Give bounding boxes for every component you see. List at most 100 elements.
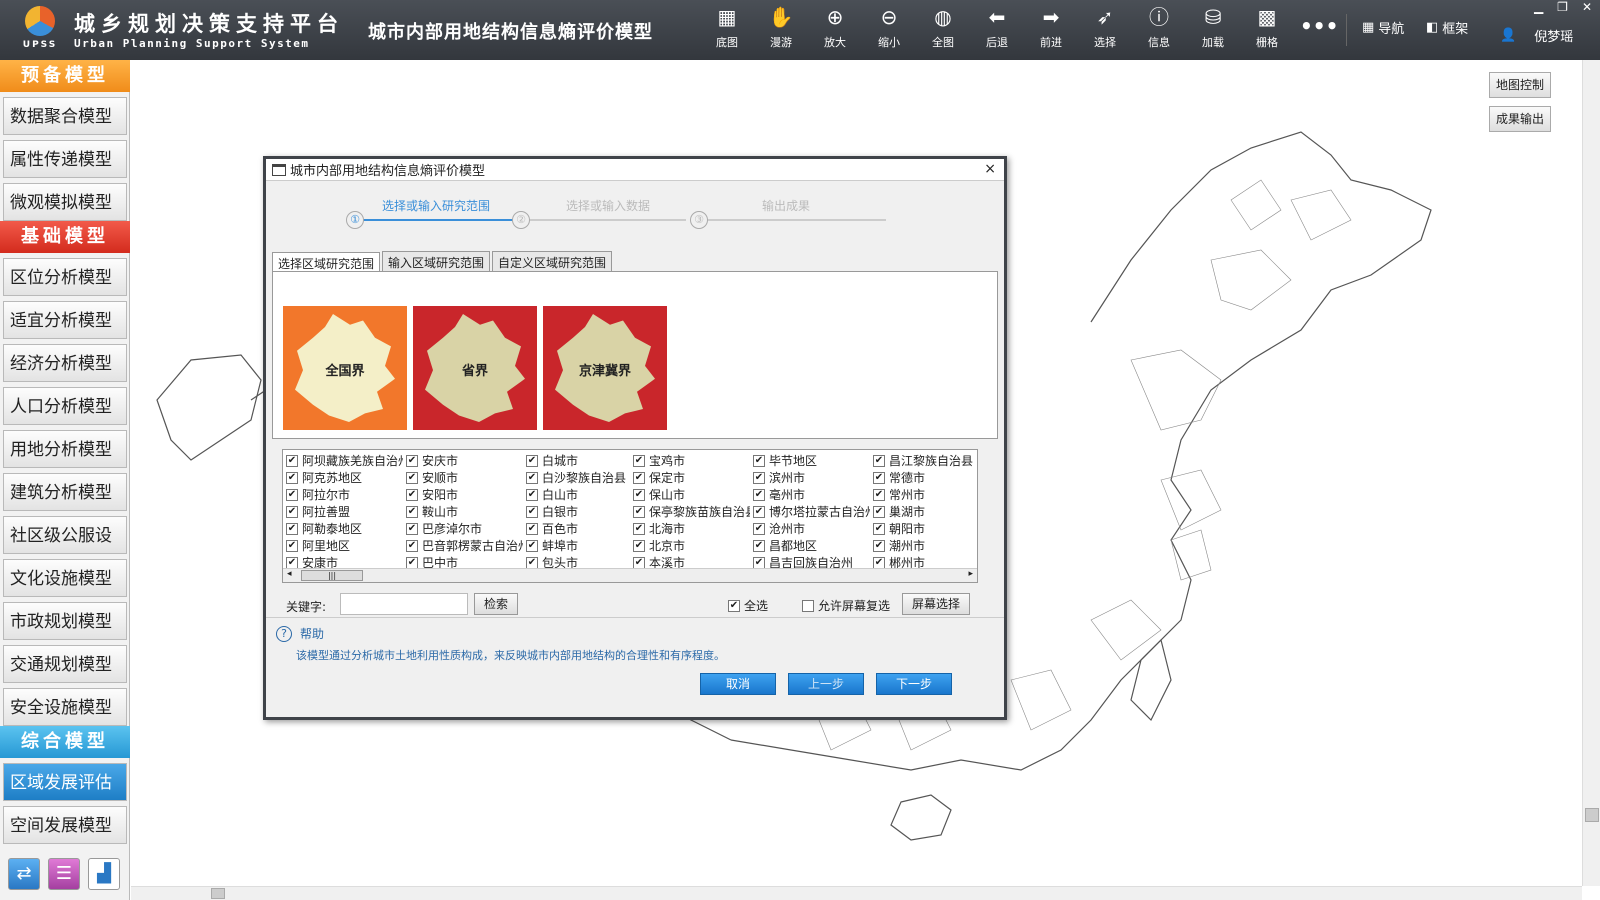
city-item[interactable]: ✔ 白城市 [523,452,630,469]
tab-1[interactable]: 输入区域研究范围 [382,251,491,273]
city-item[interactable]: ✔ 阿里地区 [283,537,403,554]
city-item[interactable]: ✔ 白银市 [523,503,630,520]
result-export-button[interactable]: 成果输出 [1489,106,1551,132]
sidebar-item[interactable]: 安全设施模型 [3,688,127,726]
user-menu[interactable]: 👤 倪梦瑶 [1500,26,1573,45]
sidebar-item[interactable]: 市政规划模型 [3,602,127,640]
city-item[interactable]: ✔ 博尔塔拉蒙古自治州 [750,503,870,520]
city-item[interactable]: ✔ 保定市 [630,469,750,486]
scope-option[interactable]: 京津冀界 [543,306,667,430]
prev-step-button[interactable]: 上一步 [788,673,864,695]
city-item[interactable]: ✔ 阿克苏地区 [283,469,403,486]
dialog-close-icon[interactable]: × [984,161,996,177]
city-item[interactable]: ✔ 阿勒泰地区 [283,520,403,537]
tool-button-3[interactable]: ⊖ 缩小 [862,4,916,56]
tool-button-2[interactable]: ⊕ 放大 [808,4,862,56]
map-control-button[interactable]: 地图控制 [1489,72,1551,98]
window-close-icon[interactable]: ✕ [1582,0,1592,14]
cancel-button[interactable]: 取消 [700,673,776,695]
minimize-icon[interactable]: ▁ [1534,0,1543,14]
city-item[interactable]: ✔ 朝阳市 [870,520,977,537]
tool-button-0[interactable]: ▦ 底图 [700,4,754,56]
city-item[interactable]: ✔ 滨州市 [750,469,870,486]
city-item[interactable]: ✔ 宝鸡市 [630,452,750,469]
map-hscroll-thumb[interactable] [211,888,225,899]
select-all-checkbox[interactable]: ✔ 全选 [728,597,768,614]
sidebar-item[interactable]: 用地分析模型 [3,430,127,468]
city-item[interactable]: ✔ 沧州市 [750,520,870,537]
tool-button-7[interactable]: ➶ 选择 [1078,4,1132,56]
keyword-input[interactable] [340,593,468,615]
search-button[interactable]: 检索 [474,593,518,615]
city-item[interactable]: ✔ 保亭黎族苗族自治县 [630,503,750,520]
city-list-scroll-thumb[interactable]: ||| [301,570,363,581]
sidebar-item[interactable]: 人口分析模型 [3,387,127,425]
city-item[interactable]: ✔ 常德市 [870,469,977,486]
city-item[interactable]: ✔ 北海市 [630,520,750,537]
tool-button-1[interactable]: ✋ 漫游 [754,4,808,56]
scope-option[interactable]: 全国界 [283,306,407,430]
city-item[interactable]: ✔ 阿拉尔市 [283,486,403,503]
next-step-button[interactable]: 下一步 [876,673,952,695]
nav-toggle[interactable]: ▦ 导航 [1362,18,1404,37]
sidebar-item[interactable]: 适宜分析模型 [3,301,127,339]
allow-screen-multi-checkbox[interactable]: 允许屏幕复选 [802,597,890,614]
sidebar-item[interactable]: 数据聚合模型 [3,97,127,135]
city-item[interactable]: ✔ 百色市 [523,520,630,537]
city-item[interactable]: ✔ 常州市 [870,486,977,503]
map-horizontal-scrollbar[interactable] [131,886,1582,900]
city-item[interactable]: ✔ 安庆市 [403,452,523,469]
city-list-scrollbar[interactable]: ◂ ||| ▸ [283,568,977,582]
sidebar-item[interactable]: 建筑分析模型 [3,473,127,511]
city-item[interactable]: ✔ 白沙黎族自治县 [523,469,630,486]
tool-button-6[interactable]: ➡ 前进 [1024,4,1078,56]
tool-button-10[interactable]: ▩ 栅格 [1240,4,1294,56]
city-item[interactable]: ✔ 阿拉善盟 [283,503,403,520]
city-item[interactable]: ✔ 阿坝藏族羌族自治州 [283,452,403,469]
city-item[interactable]: ✔ 安顺市 [403,469,523,486]
tool-button-4[interactable]: ◍ 全图 [916,4,970,56]
sidebar-item[interactable]: 空间发展模型 [3,806,127,844]
city-item[interactable]: ✔ 北京市 [630,537,750,554]
city-item[interactable]: ✔ 毕节地区 [750,452,870,469]
frame-toggle[interactable]: ◧ 框架 [1426,18,1468,37]
more-tools-button[interactable]: ••• [1300,14,1338,38]
map-vscroll-thumb[interactable] [1585,808,1599,822]
city-item[interactable]: ✔ 巢湖市 [870,503,977,520]
tool-button-5[interactable]: ⬅ 后退 [970,4,1024,56]
city-item[interactable]: ✔ 昌都地区 [750,537,870,554]
bar-chart-icon[interactable]: ▟ [88,858,120,890]
sidebar-item[interactable]: 区位分析模型 [3,258,127,296]
sidebar-item[interactable]: 属性传递模型 [3,140,127,178]
map-vertical-scrollbar[interactable] [1582,60,1600,886]
restore-icon[interactable]: ❐ [1557,0,1568,14]
sidebar-item[interactable]: 经济分析模型 [3,344,127,382]
city-check-icon: ✔ [753,522,765,535]
tool-button-8[interactable]: ⓘ 信息 [1132,4,1186,56]
sidebar-item[interactable]: 交通规划模型 [3,645,127,683]
scroll-left-icon[interactable]: ◂ [287,569,292,579]
sidebar-item[interactable]: 社区级公服设 [3,516,127,554]
city-item[interactable]: ✔ 保山市 [630,486,750,503]
city-item[interactable]: ✔ 白山市 [523,486,630,503]
city-item[interactable]: ✔ 潮州市 [870,537,977,554]
city-item[interactable]: ✔ 鞍山市 [403,503,523,520]
sidebar-item[interactable]: 文化设施模型 [3,559,127,597]
scroll-right-icon[interactable]: ▸ [968,569,973,579]
sidebar-item[interactable]: 微观模拟模型 [3,183,127,221]
screen-select-button[interactable]: 屏幕选择 [902,593,970,615]
city-check-icon: ✔ [286,505,298,518]
city-item[interactable]: ✔ 昌江黎族自治县 [870,452,977,469]
scope-option[interactable]: 省界 [413,306,537,430]
tab-2[interactable]: 自定义区域研究范围 [492,251,613,273]
tool-button-9[interactable]: ⛁ 加载 [1186,4,1240,56]
sidebar-item[interactable]: 区域发展评估 [3,763,127,801]
swap-icon[interactable]: ⇄ [8,858,40,890]
city-item[interactable]: ✔ 蚌埠市 [523,537,630,554]
city-item[interactable]: ✔ 巴彦淖尔市 [403,520,523,537]
layers-icon[interactable]: ☰ [48,858,80,890]
city-item[interactable]: ✔ 巴音郭楞蒙古自治州 [403,537,523,554]
city-item[interactable]: ✔ 亳州市 [750,486,870,503]
dialog-title-bar[interactable]: 城市内部用地结构信息熵评价模型 × [266,159,1004,181]
city-item[interactable]: ✔ 安阳市 [403,486,523,503]
